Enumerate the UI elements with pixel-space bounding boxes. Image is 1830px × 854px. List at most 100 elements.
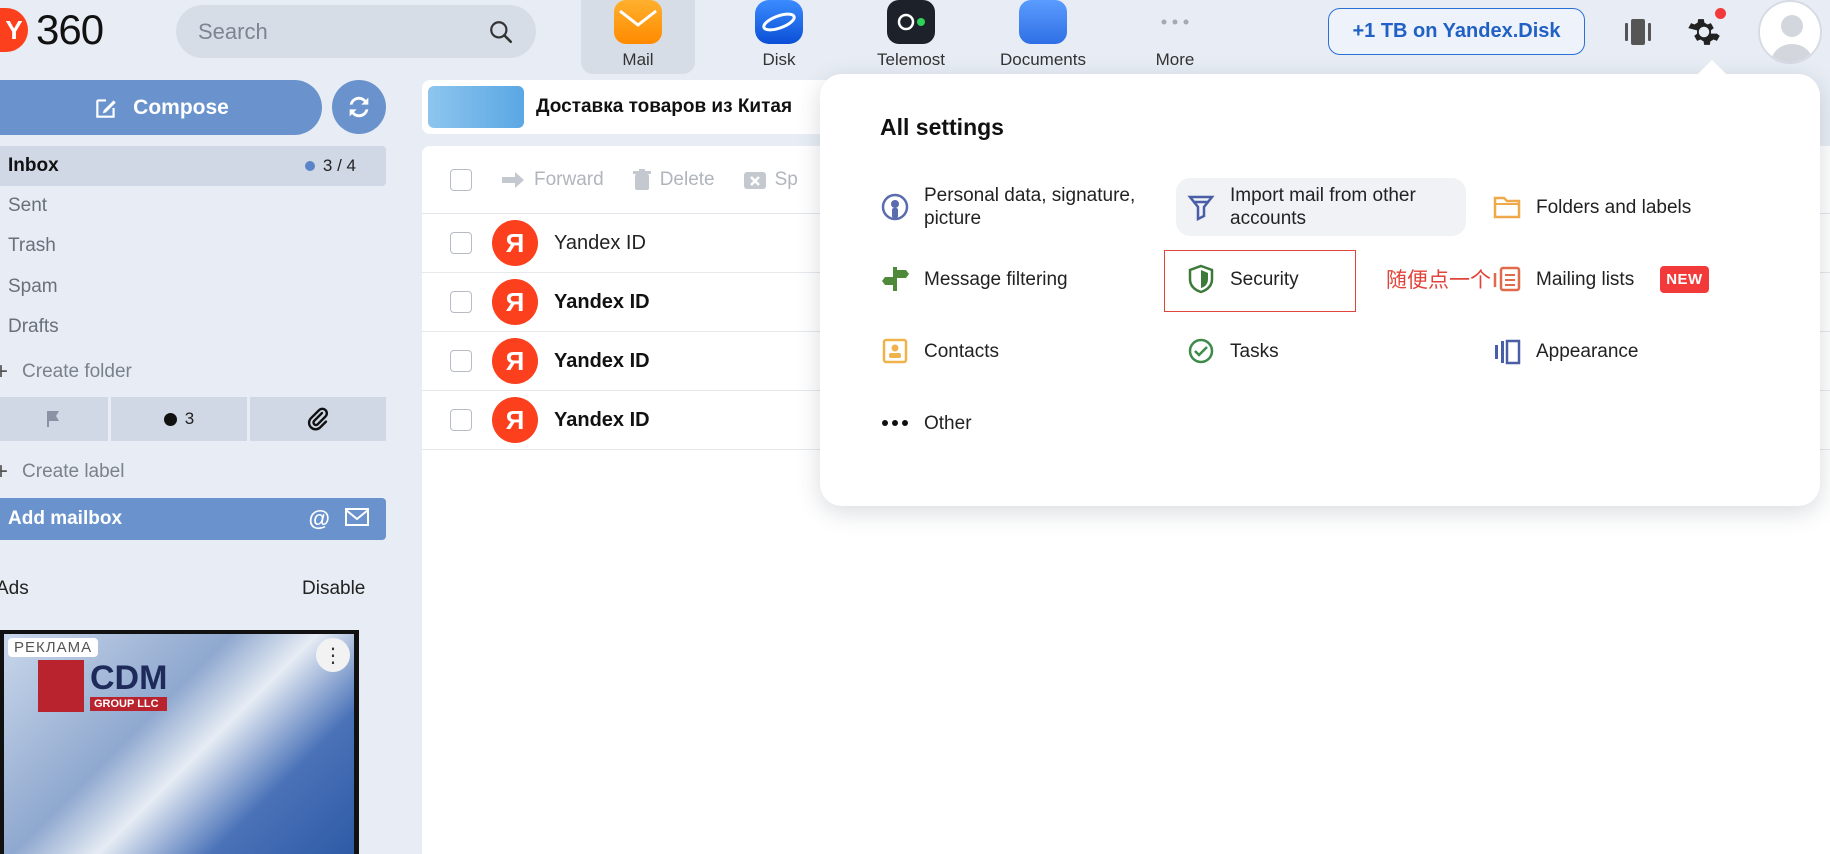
settings-message-filtering[interactable]: Message filtering — [880, 264, 1068, 294]
select-all-checkbox[interactable] — [450, 168, 472, 191]
more-dots-icon — [880, 408, 910, 438]
mailing-list-icon — [1492, 264, 1522, 294]
folder-spam[interactable]: Spam — [0, 267, 386, 307]
person-icon — [880, 192, 910, 222]
settings-tasks[interactable]: Tasks — [1186, 336, 1279, 366]
signpost-icon — [880, 264, 910, 294]
ad-tag: РЕКЛАМА — [8, 638, 99, 657]
folder-label: Inbox — [8, 155, 59, 176]
at-sign-icon: @ — [308, 506, 330, 531]
telemost-app-icon — [887, 0, 935, 44]
user-avatar[interactable] — [1758, 0, 1822, 64]
settings-appearance[interactable]: Appearance — [1492, 336, 1638, 366]
promo-banner[interactable]: Доставка товаров из Китая — [422, 80, 842, 134]
compose-button[interactable]: Compose — [0, 80, 322, 135]
app-switcher: Mail Disk Telemost Documents More — [581, 0, 1241, 74]
app-documents[interactable]: Documents — [977, 0, 1109, 74]
folder-label: Drafts — [8, 316, 59, 337]
ads-label: Ads — [0, 578, 29, 599]
flagged-filter[interactable] — [0, 397, 108, 441]
inbox-count: 3 / 4 — [304, 156, 356, 176]
settings-item-label: Other — [924, 412, 972, 434]
more-dots-icon — [1151, 0, 1199, 44]
settings-title: All settings — [880, 114, 1004, 140]
unread-dot — [304, 161, 315, 171]
settings-gear-icon[interactable] — [1684, 8, 1726, 52]
unread-filled-dot-icon — [163, 412, 177, 426]
check-circle-icon — [1186, 336, 1216, 366]
settings-contacts[interactable]: Contacts — [880, 336, 999, 366]
folder-inbox[interactable]: Inbox 3 / 4 — [0, 146, 386, 186]
labels-bar: 3 — [0, 397, 386, 441]
ad-banner[interactable]: РЕКЛАМА ⋮ CDM GROUP LLC — [0, 630, 359, 854]
ad-menu-icon[interactable]: ⋮ — [316, 638, 350, 672]
spam-icon — [743, 171, 766, 189]
folder-label: Trash — [8, 235, 56, 256]
settings-import-mail[interactable]: Import mail from other accounts — [1176, 178, 1466, 236]
cdm-logo-icon — [38, 660, 84, 712]
disable-ads-link[interactable]: Disable — [302, 578, 365, 600]
create-label-label: Create label — [22, 461, 125, 482]
delete-button[interactable]: Delete — [632, 168, 715, 191]
settings-mailing-lists[interactable]: Mailing lists NEW — [1492, 264, 1709, 294]
ad-image: РЕКЛАМА ⋮ CDM GROUP LLC — [4, 634, 354, 854]
add-mailbox-button[interactable]: Add mailbox @ — [0, 498, 386, 540]
settings-item-label: Appearance — [1536, 340, 1639, 362]
filter-funnel-icon — [1186, 192, 1216, 222]
settings-security[interactable]: Security — [1186, 264, 1299, 294]
app-mail[interactable]: Mail — [581, 0, 695, 74]
mail-app-icon — [614, 0, 662, 44]
spam-label: Sp — [774, 168, 798, 190]
forward-button[interactable]: Forward — [500, 169, 604, 191]
search-input[interactable]: Search — [176, 5, 536, 58]
sender-name: Yandex ID — [554, 349, 650, 372]
message-checkbox[interactable] — [450, 291, 472, 313]
settings-item-label: Contacts — [924, 340, 999, 362]
flag-icon — [47, 411, 59, 427]
compose-label: Compose — [133, 95, 229, 119]
message-checkbox[interactable] — [450, 350, 472, 372]
folder-icon — [1492, 192, 1522, 222]
compact-view-icon[interactable] — [1618, 12, 1658, 52]
sender-avatar: Я — [492, 338, 538, 384]
folder-trash[interactable]: Trash — [0, 226, 386, 266]
sender-avatar: Я — [492, 279, 538, 325]
logo-text: 360 — [36, 6, 104, 53]
refresh-button[interactable] — [332, 80, 386, 134]
sender-avatar: Я — [492, 397, 538, 443]
app-label: Mail — [622, 50, 654, 69]
create-folder-link[interactable]: + Create folder — [0, 358, 132, 386]
yandex-logo-icon: Y — [0, 8, 28, 52]
yandex-disk-promo-button[interactable]: +1 TB on Yandex.Disk — [1328, 8, 1585, 55]
app-label: Telemost — [876, 50, 946, 69]
settings-other[interactable]: Other — [880, 408, 972, 438]
message-checkbox[interactable] — [450, 232, 472, 254]
shield-icon — [1186, 264, 1216, 294]
settings-item-label: Tasks — [1230, 340, 1279, 362]
unread-filter-count: 3 — [184, 409, 195, 428]
unread-filter[interactable]: 3 — [111, 397, 247, 441]
notification-dot — [1715, 8, 1726, 19]
ad-brand-logo: CDM GROUP LLC — [38, 660, 168, 712]
app-more[interactable]: More — [1109, 0, 1241, 74]
sender-name: Yandex ID — [554, 231, 646, 254]
add-mailbox-label: Add mailbox — [8, 508, 123, 529]
app-telemost[interactable]: Telemost — [845, 0, 977, 74]
spam-button[interactable]: Sp — [743, 169, 798, 191]
yandex-360-logo[interactable]: Y 360 — [0, 6, 104, 53]
attachments-filter[interactable] — [250, 397, 386, 441]
app-disk[interactable]: Disk — [713, 0, 845, 74]
settings-folders-labels[interactable]: Folders and labels — [1492, 192, 1691, 222]
folder-sent[interactable]: Sent — [0, 186, 386, 226]
forward-label: Forward — [534, 168, 604, 190]
create-label-link[interactable]: + Create label — [0, 458, 124, 486]
app-label: More — [1155, 50, 1195, 69]
annotation-text: 随便点一个 — [1386, 268, 1491, 292]
settings-popup: All settings Personal data, signature, p… — [820, 74, 1820, 506]
message-checkbox[interactable] — [450, 409, 472, 431]
paperclip-icon — [307, 407, 329, 431]
disk-app-icon — [755, 0, 803, 44]
folder-drafts[interactable]: Drafts — [0, 307, 386, 347]
gmail-icon — [345, 508, 369, 526]
settings-personal-data[interactable]: Personal data, signature, picture — [880, 184, 1135, 230]
